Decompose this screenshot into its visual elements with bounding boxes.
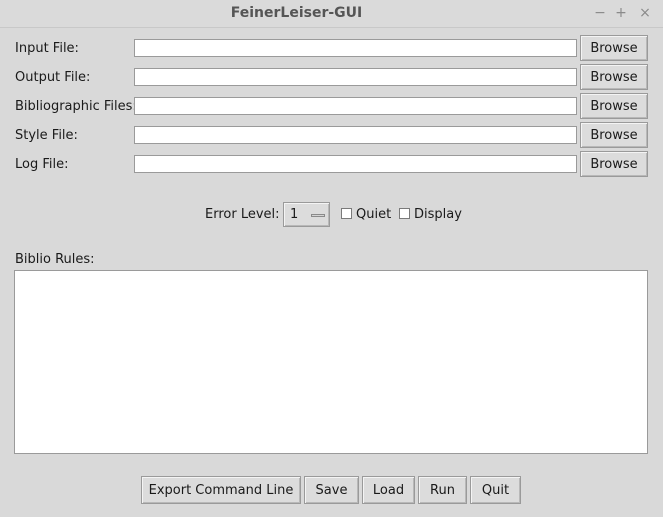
quit-button[interactable]: Quit — [470, 476, 521, 504]
option-menu-indicator-icon — [311, 214, 325, 217]
run-button[interactable]: Run — [418, 476, 467, 504]
title-bar: FeinerLeiser-GUI − + × — [0, 0, 663, 28]
display-checkbox[interactable] — [399, 208, 410, 219]
log-file-browse-button[interactable]: Browse — [580, 151, 648, 177]
display-label: Display — [414, 207, 462, 222]
biblio-rules-label: Biblio Rules: — [15, 252, 95, 267]
save-button[interactable]: Save — [304, 476, 359, 504]
output-file-label: Output File: — [15, 70, 91, 85]
log-file-label: Log File: — [15, 157, 69, 172]
output-file-browse-button[interactable]: Browse — [580, 64, 648, 90]
bibliographic-files-label: Bibliographic Files: — [15, 99, 137, 114]
input-file-field[interactable] — [134, 39, 577, 57]
maximize-icon[interactable]: + — [613, 5, 629, 21]
style-file-browse-button[interactable]: Browse — [580, 122, 648, 148]
close-icon[interactable]: × — [637, 5, 653, 21]
style-file-label: Style File: — [15, 128, 78, 143]
error-level-label: Error Level: — [205, 207, 280, 222]
input-file-browse-button[interactable]: Browse — [580, 35, 648, 61]
input-file-label: Input File: — [15, 41, 79, 56]
style-file-field[interactable] — [134, 126, 577, 144]
export-command-line-button[interactable]: Export Command Line — [141, 476, 301, 504]
bibliographic-files-field[interactable] — [134, 97, 577, 115]
quiet-checkbox[interactable] — [341, 208, 352, 219]
window-title: FeinerLeiser-GUI — [230, 5, 363, 21]
output-file-field[interactable] — [134, 68, 577, 86]
biblio-rules-textarea[interactable] — [14, 270, 648, 454]
error-level-menu[interactable]: 1 — [283, 202, 330, 227]
bibliographic-files-browse-button[interactable]: Browse — [580, 93, 648, 119]
quiet-label: Quiet — [356, 207, 392, 222]
load-button[interactable]: Load — [362, 476, 415, 504]
log-file-field[interactable] — [134, 155, 577, 173]
minimize-icon[interactable]: − — [592, 5, 608, 21]
error-level-value: 1 — [290, 207, 299, 222]
